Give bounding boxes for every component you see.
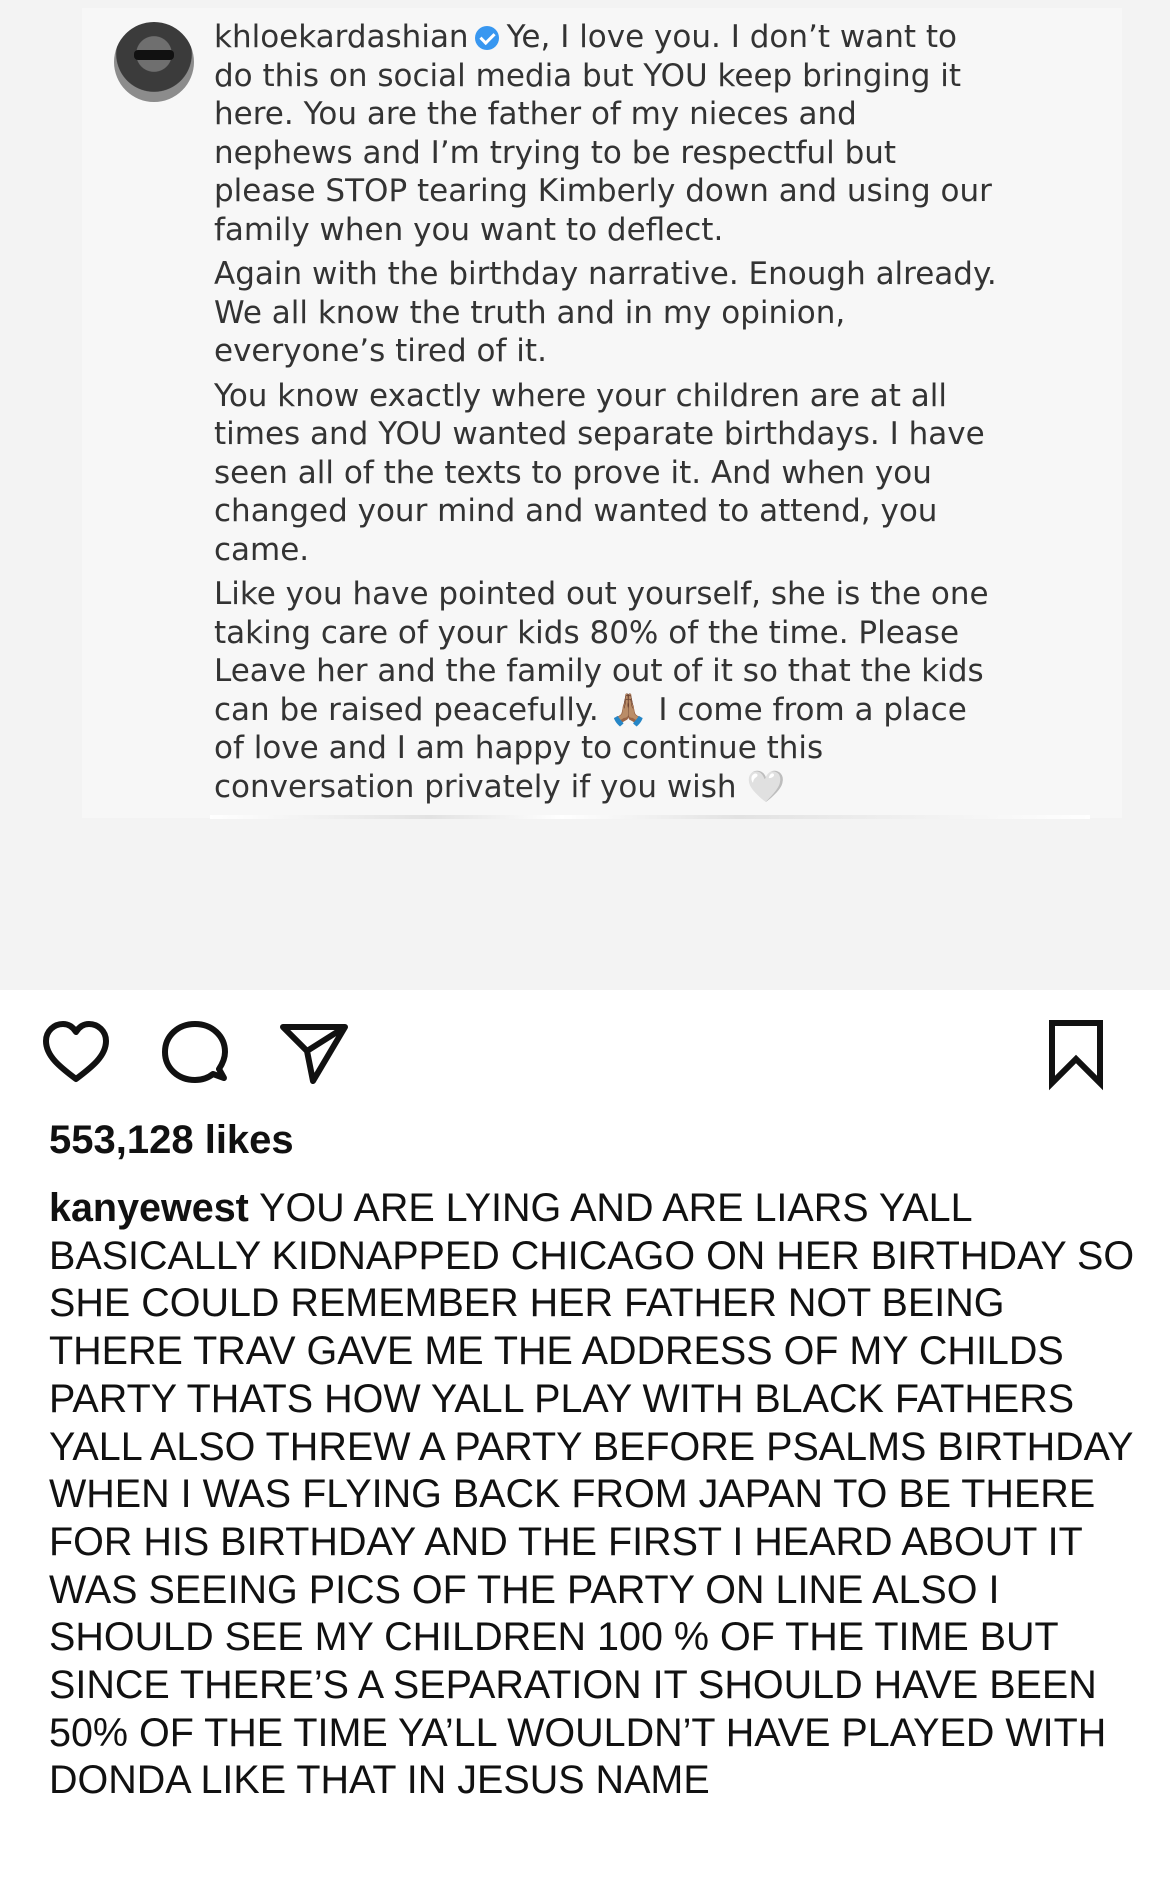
post-action-bar bbox=[0, 1005, 1170, 1105]
avatar bbox=[114, 22, 194, 102]
heart-outline-icon[interactable] bbox=[38, 1015, 114, 1091]
embedded-comment: khloekardashian Ye, I love you. I don’t w… bbox=[214, 18, 1004, 812]
embedded-comment-paragraph-3: You know exactly where your children are… bbox=[214, 377, 985, 568]
embedded-username: khloekardashian bbox=[214, 19, 469, 55]
divider bbox=[210, 815, 1090, 819]
embedded-comment-paragraph-4: Like you have pointed out yourself, she … bbox=[214, 575, 1004, 806]
caption-username[interactable]: kanyewest bbox=[49, 1186, 249, 1230]
caption-text: YOU ARE LYING AND ARE LIARS YALL BASICAL… bbox=[49, 1186, 1135, 1803]
sunglasses-shape bbox=[134, 50, 174, 60]
post-image[interactable]: khloekardashian Ye, I love you. I don’t w… bbox=[0, 0, 1170, 990]
praying-hands-emoji-icon: 🙏🏽 bbox=[609, 691, 648, 728]
caption: kanyewest YOU ARE LYING AND ARE LIARS YA… bbox=[49, 1185, 1139, 1805]
bookmark-outline-icon[interactable] bbox=[1038, 1015, 1114, 1091]
paper-plane-icon[interactable] bbox=[275, 1015, 351, 1091]
embedded-comment-paragraph-2: Again with the birthday narrative. Enoug… bbox=[214, 256, 997, 369]
speech-bubble-icon[interactable] bbox=[157, 1015, 233, 1091]
embedded-comment-paragraph-1: khloekardashian Ye, I love you. I don’t w… bbox=[214, 18, 1004, 249]
verified-badge-icon bbox=[474, 26, 499, 50]
likes-count[interactable]: 553,128 likes bbox=[49, 1118, 294, 1163]
white-heart-emoji-icon: 🤍 bbox=[746, 768, 786, 805]
